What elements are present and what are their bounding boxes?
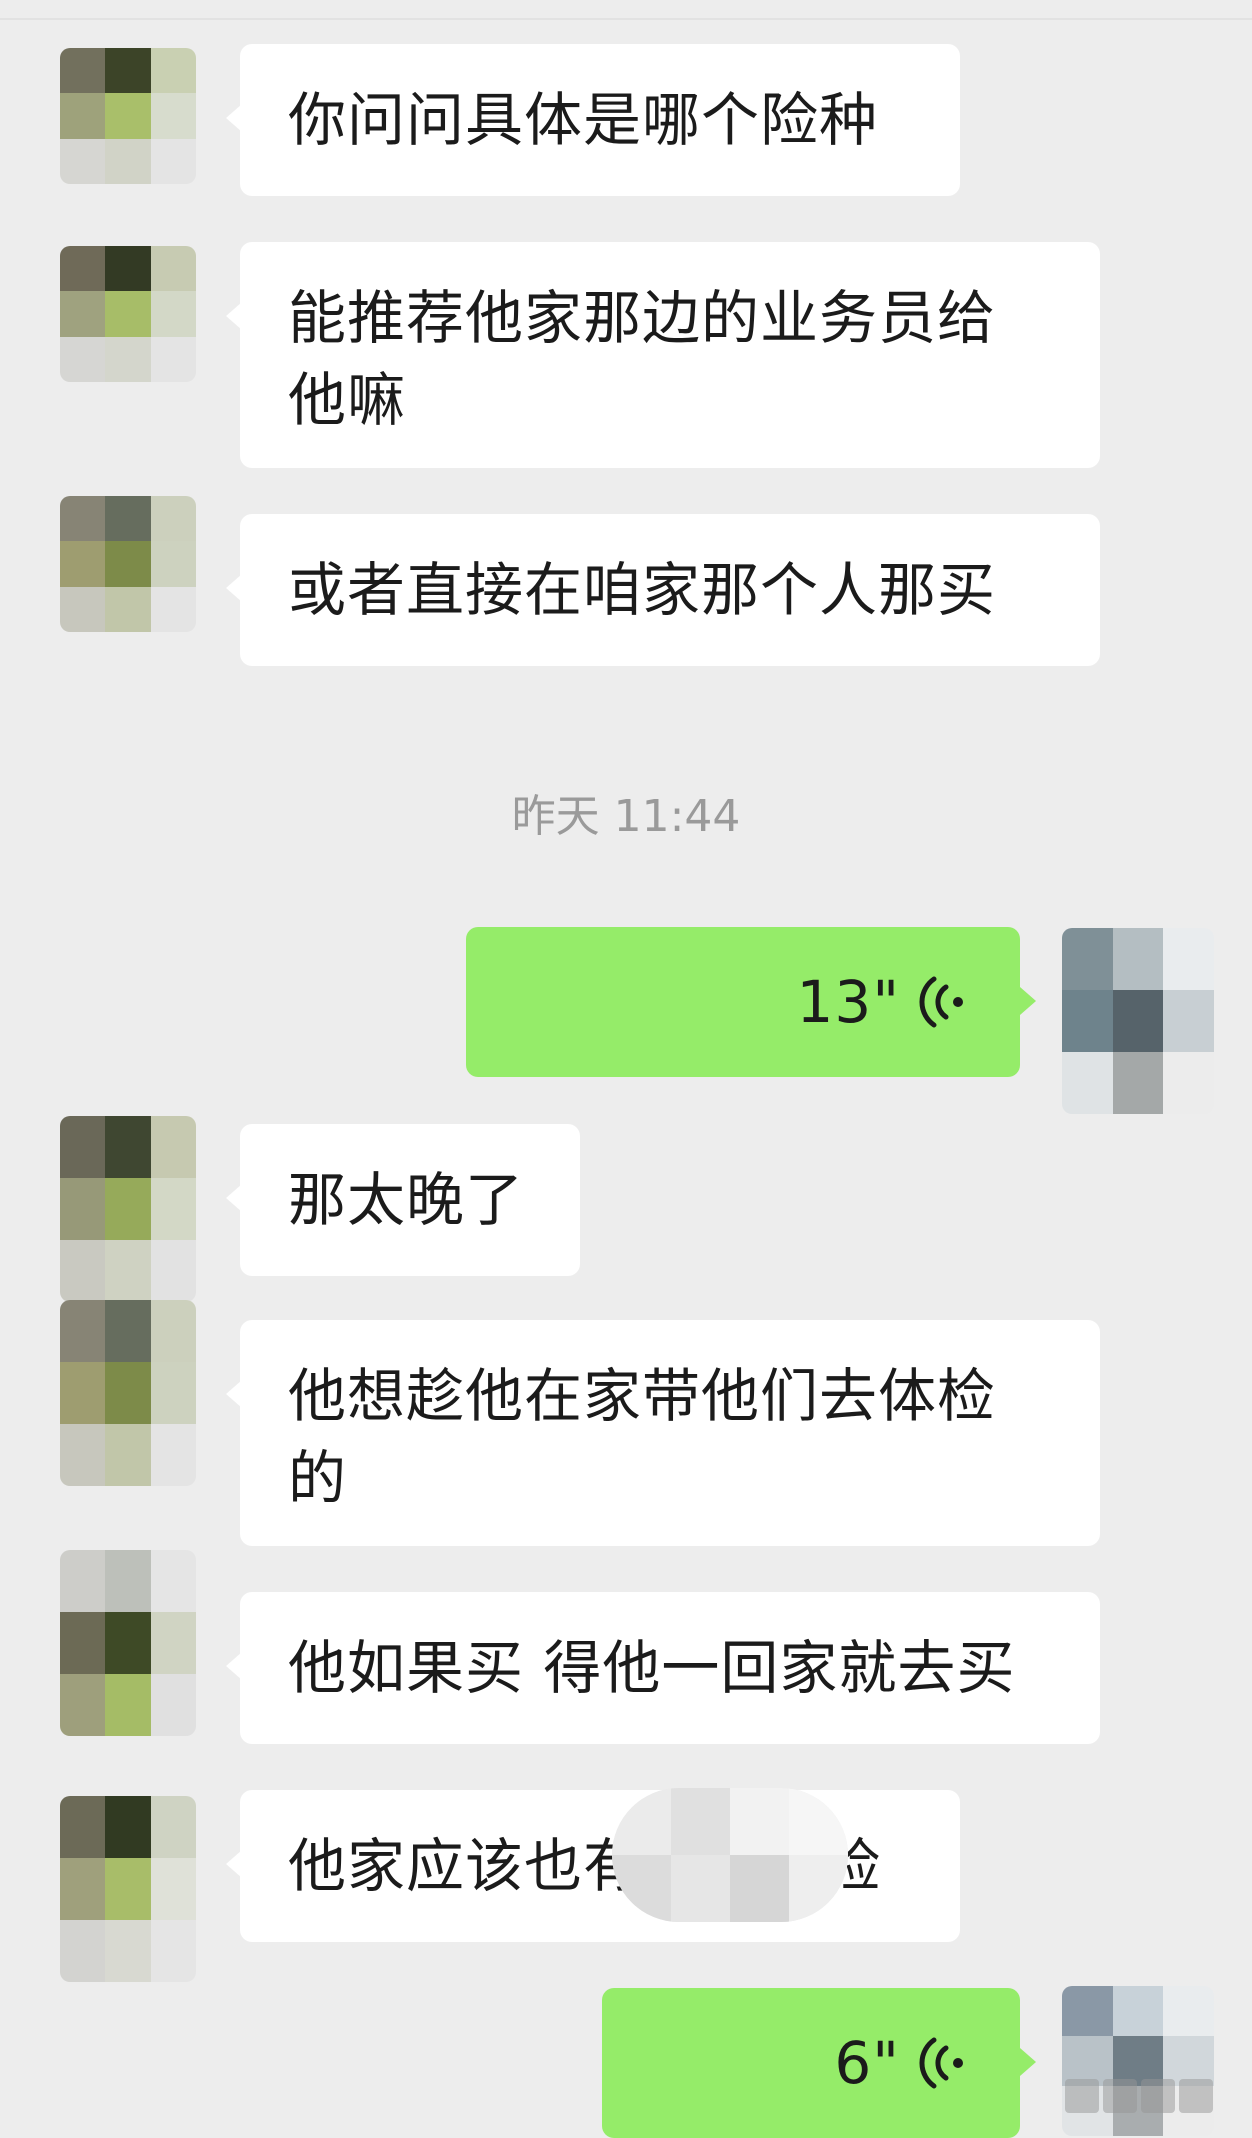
message-text: 能推荐他家那边的业务员给他嘛 [288,284,997,434]
contact-avatar[interactable] [60,1796,196,1982]
timestamp: 昨天 11:44 [511,791,741,842]
message-text: 那太晚了 [288,1166,525,1234]
message-bubble[interactable]: 他如果买 得他一回家就去买 [226,1592,1100,1744]
message-bubble[interactable]: 那太晚了 [226,1124,580,1276]
voice-wave-icon [919,976,963,1028]
chat-message-list[interactable]: 你问问具体是哪个险种 能推荐他家那边的业务员给他嘛 或者直接在咱家那个人那买 昨… [0,0,1252,2138]
message-text: 或者直接在咱家那个人那买 [288,556,997,624]
message-text: 他家应该也有 [288,1832,643,1900]
message-bubble[interactable]: 能推荐他家那边的业务员给他嘛 [226,242,1100,468]
redaction-blur [612,1788,848,1922]
contact-avatar[interactable] [60,1550,196,1736]
contact-avatar[interactable] [60,496,196,632]
voice-duration: 6" [834,2029,900,2097]
contact-avatar[interactable] [60,246,196,382]
contact-avatar[interactable] [60,1116,196,1302]
voice-message-bubble[interactable]: 6" [602,1988,1036,2138]
message-bubble[interactable]: 或者直接在咱家那个人那买 [226,514,1100,666]
message-bubble[interactable]: 他想趁他在家带他们去体检的 [226,1320,1100,1546]
message-bubble[interactable]: 他家应该也有险 [226,1790,960,1942]
message-text: 你问问具体是哪个险种 [288,86,879,154]
voice-duration: 13" [796,968,900,1036]
my-avatar[interactable] [1062,928,1214,1114]
message-text: 他如果买 得他一回家就去买 [288,1634,1016,1702]
message-text: 他想趁他在家带他们去体检的 [288,1362,997,1512]
message-bubble[interactable]: 你问问具体是哪个险种 [226,44,960,196]
contact-avatar[interactable] [60,48,196,184]
watermark [1065,2070,1225,2122]
voice-message-bubble[interactable]: 13" [466,927,1036,1077]
voice-wave-icon [919,2037,963,2089]
contact-avatar[interactable] [60,1300,196,1486]
